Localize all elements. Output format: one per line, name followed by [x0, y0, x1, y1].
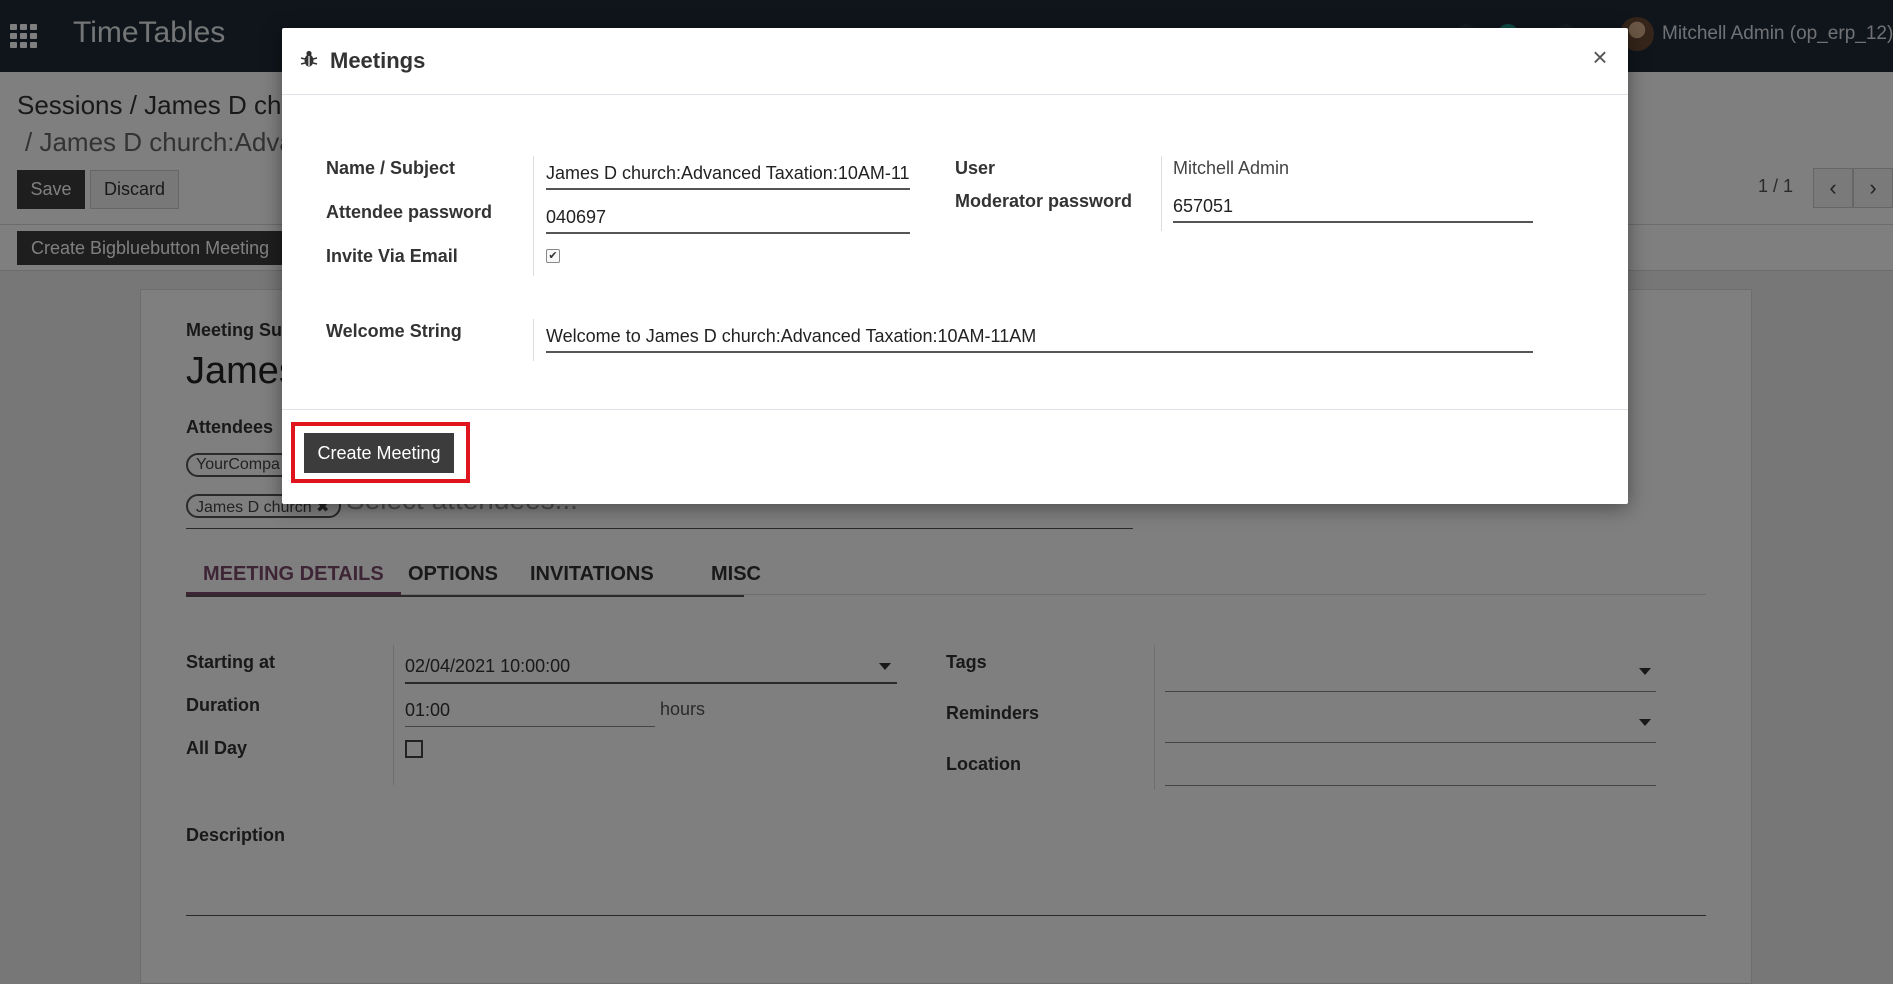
moderator-password-field[interactable]: 657051 — [1173, 196, 1233, 217]
moderator-password-label: Moderator password — [955, 191, 1133, 211]
meetings-dialog: Meetings × Name / Subject James D church… — [282, 28, 1628, 504]
attendee-password-label: Attendee password — [326, 202, 493, 222]
name-subject-label: Name / Subject — [326, 158, 456, 178]
separator — [1161, 156, 1162, 231]
welcome-string-underline — [546, 351, 1533, 353]
dialog-footer: Create Meeting — [282, 409, 1628, 504]
dialog-title: Meetings — [330, 48, 426, 73]
moderator-password-underline — [1173, 221, 1533, 223]
separator — [533, 319, 534, 361]
dialog-header: Meetings × — [282, 28, 1628, 95]
user-field[interactable]: Mitchell Admin — [1173, 158, 1289, 179]
bug-icon — [300, 50, 318, 67]
user-label: User — [955, 158, 996, 178]
welcome-string-field[interactable]: Welcome to James D church:Advanced Taxat… — [546, 326, 1036, 347]
name-subject-underline — [546, 188, 910, 190]
attendee-password-field[interactable]: 040697 — [546, 207, 606, 228]
create-meeting-button[interactable]: Create Meeting — [304, 433, 454, 473]
invite-via-email-checkbox[interactable]: ✔ — [546, 249, 560, 263]
separator — [533, 156, 534, 276]
attendee-password-underline — [546, 232, 910, 234]
name-subject-field[interactable]: James D church:Advanced Taxation:10AM-11 — [546, 163, 910, 184]
close-button[interactable]: × — [1585, 42, 1615, 72]
invite-via-email-label: Invite Via Email — [326, 246, 458, 266]
welcome-string-label: Welcome String — [326, 321, 462, 341]
close-icon: × — [1592, 42, 1608, 72]
